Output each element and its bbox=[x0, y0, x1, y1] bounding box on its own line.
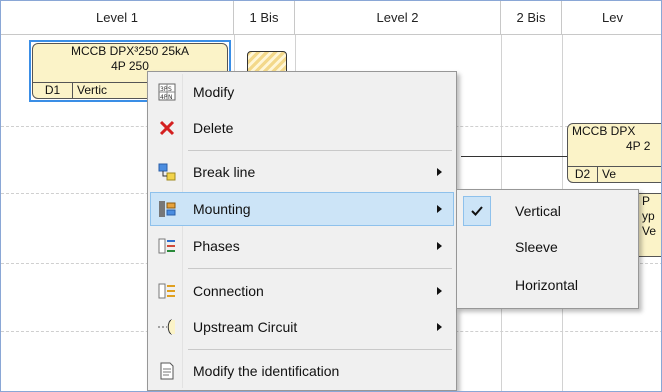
submenu-item-horizontal[interactable]: Horizontal bbox=[459, 267, 636, 303]
level-header-row: Level 1 1 Bis Level 2 2 Bis Lev bbox=[1, 1, 661, 35]
mounting-submenu: Vertical Sleeve Horizontal bbox=[456, 189, 639, 309]
menu-item-connection[interactable]: Connection bbox=[150, 274, 454, 308]
column-header-level-3: Lev bbox=[602, 10, 623, 25]
breaker-d2[interactable]: MCCB DPX 4P 2 D2 Ve bbox=[567, 123, 661, 183]
menu-separator bbox=[188, 268, 452, 269]
breaker-d2-footer: D2 Ve bbox=[568, 166, 661, 182]
breaker-d1-title: MCCB DPX³250 25kA bbox=[70, 44, 190, 58]
breaker-d1-mounting: Vertic bbox=[77, 83, 108, 97]
checkmark-icon bbox=[463, 196, 491, 226]
breaker-d2-subtitle: 4P 2 bbox=[626, 139, 651, 153]
submenu-item-vertical[interactable]: Vertical bbox=[459, 193, 636, 229]
column-header-level-1: Level 1 bbox=[1, 1, 234, 35]
column-header-2-bis: 2 Bis bbox=[501, 1, 562, 35]
submenu-arrow-icon bbox=[437, 168, 442, 176]
delete-x-icon bbox=[158, 119, 176, 137]
svg-text:4P: 4P bbox=[160, 94, 168, 101]
menu-item-break-line-label: Break line bbox=[193, 164, 256, 180]
svg-text:N: N bbox=[168, 94, 173, 101]
phases-icon bbox=[158, 237, 176, 255]
menu-item-break-line[interactable]: Break line bbox=[150, 155, 454, 189]
connection-icon bbox=[158, 282, 176, 300]
column-header-level-2: Level 2 bbox=[295, 1, 501, 35]
menu-item-mounting-label: Mounting bbox=[193, 201, 251, 217]
menu-item-connection-label: Connection bbox=[193, 283, 264, 299]
menu-item-delete[interactable]: Delete bbox=[150, 111, 454, 145]
submenu-arrow-icon bbox=[437, 242, 442, 250]
identification-icon bbox=[158, 362, 176, 380]
submenu-arrow-icon bbox=[437, 205, 442, 213]
connection-line[interactable] bbox=[461, 156, 571, 157]
modify-grid-icon: 3P S 4P N bbox=[158, 83, 176, 101]
breaker-d2-ref: D2 bbox=[568, 167, 598, 182]
submenu-item-sleeve[interactable]: Sleeve bbox=[459, 229, 636, 265]
submenu-item-horizontal-label: Horizontal bbox=[515, 277, 579, 293]
context-menu: 3P S 4P N Modify Delete Break line Mountin bbox=[147, 71, 457, 391]
menu-item-modify-identification[interactable]: Modify the identification bbox=[150, 354, 454, 388]
menu-separator bbox=[188, 349, 452, 350]
breaker-d2-mounting: Ve bbox=[602, 167, 617, 181]
submenu-arrow-icon bbox=[437, 323, 442, 331]
column-header-1-bis: 1 Bis bbox=[234, 1, 295, 35]
svg-text:S: S bbox=[168, 86, 172, 93]
breaker-d1-ref: D1 bbox=[33, 83, 73, 98]
menu-item-upstream-circuit-label: Upstream Circuit bbox=[193, 319, 298, 335]
breaker-d2-title: MCCB DPX bbox=[572, 124, 636, 138]
svg-text:3P: 3P bbox=[160, 86, 168, 93]
menu-separator bbox=[188, 150, 452, 151]
diagram-canvas[interactable]: Level 1 1 Bis Level 2 2 Bis Lev MCCB DPX… bbox=[0, 0, 662, 392]
menu-item-modify[interactable]: 3P S 4P N Modify bbox=[150, 75, 454, 109]
submenu-arrow-icon bbox=[437, 287, 442, 295]
menu-item-delete-label: Delete bbox=[193, 120, 234, 136]
upstream-circuit-icon bbox=[158, 318, 176, 336]
menu-item-modify-identification-label: Modify the identification bbox=[193, 363, 340, 379]
menu-item-upstream-circuit[interactable]: Upstream Circuit bbox=[150, 310, 454, 344]
break-line-icon bbox=[158, 163, 176, 181]
menu-item-mounting[interactable]: Mounting bbox=[150, 192, 454, 226]
menu-item-modify-label: Modify bbox=[193, 84, 235, 100]
submenu-item-sleeve-label: Sleeve bbox=[515, 239, 558, 255]
menu-item-phases[interactable]: Phases bbox=[150, 229, 454, 263]
menu-item-phases-label: Phases bbox=[193, 238, 240, 254]
mounting-icon bbox=[158, 200, 176, 218]
submenu-item-vertical-label: Vertical bbox=[515, 203, 561, 219]
